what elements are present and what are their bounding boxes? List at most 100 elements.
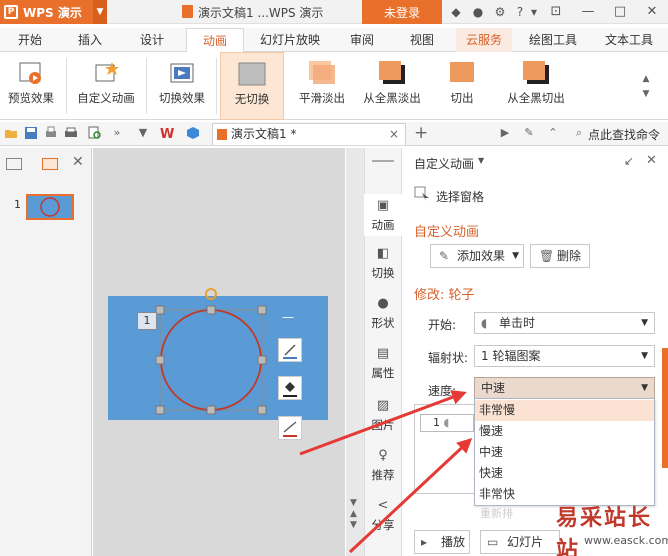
transition-smooth-fade-button[interactable]: 平滑淡出 — [292, 52, 352, 120]
collapse-float-toolbar-icon[interactable]: — — [282, 311, 296, 323]
selection-pane-icon — [414, 186, 430, 202]
transition-cut-from-black-button[interactable]: 从全黑切出 — [498, 52, 574, 120]
print-icon[interactable] — [64, 126, 78, 140]
tab-text-tools[interactable]: 文本工具 — [598, 28, 660, 52]
collapse-ribbon-icon[interactable]: ⌃ — [546, 126, 560, 140]
wps-app-menu-button[interactable]: P WPS 演示 ▼ — [0, 0, 107, 24]
document-tab[interactable]: 演示文稿1 * × — [212, 123, 406, 145]
shape-fill-button[interactable] — [278, 376, 302, 400]
slides-view-icon[interactable] — [42, 158, 58, 170]
watermark-logo: 易采站长站 — [556, 505, 653, 556]
animation-order-badge[interactable]: 1 — [137, 312, 157, 330]
side-tab-animation[interactable]: ▣ 动画 — [364, 194, 402, 236]
open-folder-icon[interactable] — [4, 126, 18, 140]
tab-home[interactable]: 开始 — [6, 28, 54, 52]
speed-option-medium[interactable]: 中速 — [475, 442, 654, 463]
shield-icon[interactable]: ◆ — [448, 4, 464, 20]
side-tab-transition[interactable]: ◧ 切换 — [364, 246, 402, 286]
tab-review[interactable]: 审阅 — [338, 28, 386, 52]
skin-icon[interactable]: ● — [470, 4, 486, 20]
chevron-down-icon: ▼ — [641, 351, 648, 361]
print-preview-icon[interactable] — [44, 126, 58, 140]
preview-effect-button[interactable]: 预览效果 — [2, 52, 60, 120]
screen-record-icon[interactable]: ▶ — [498, 126, 512, 140]
slide-thumbnail[interactable] — [26, 194, 74, 220]
delete-button[interactable]: 🗑 删除 — [530, 244, 590, 268]
side-tab-share[interactable]: < 分享 — [364, 498, 402, 538]
side-tab-shape[interactable]: ● 形状 — [364, 296, 402, 336]
login-button[interactable]: 未登录 — [362, 0, 442, 24]
add-effect-button[interactable]: ✎ 添加效果 ▼ — [430, 244, 524, 268]
slide-thumbnail-circle — [40, 197, 60, 217]
tab-cloud[interactable]: 云服务 — [456, 28, 512, 52]
start-dropdown[interactable]: ◖ 单击时 ▼ — [474, 312, 655, 334]
close-panel-icon[interactable]: ✕ — [72, 154, 84, 170]
tab-design[interactable]: 设计 — [128, 28, 176, 52]
slideshow-button[interactable]: ▭ 幻灯片 — [480, 530, 560, 554]
pane-scrollbar[interactable] — [662, 348, 668, 468]
close-tab-icon[interactable]: × — [389, 124, 399, 145]
chevron-down-icon: ▼ — [512, 251, 519, 261]
mouse-icon: ◖ — [443, 416, 450, 429]
zoom-preview-icon[interactable] — [88, 126, 102, 140]
side-tab-picture[interactable]: ▨ 图片 — [364, 398, 402, 438]
pane-title-dropdown-icon[interactable]: ▼ — [478, 156, 484, 165]
custom-animation-button[interactable]: 自定义动画 — [72, 52, 140, 120]
search-icon[interactable]: ⌕ — [572, 126, 586, 140]
watermark-url: www.easck.com — [584, 534, 668, 547]
scroll-arrows-icon[interactable]: ▼ ▲ ▼ — [350, 498, 357, 531]
restore-layout-icon[interactable]: ⊡ — [540, 0, 572, 24]
wps-w-logo-icon[interactable]: W — [160, 126, 174, 142]
customize-toolbar-icon[interactable]: ▼ — [136, 126, 150, 140]
animation-list-item[interactable]: 1 ◖ — [420, 414, 474, 432]
start-label: 开始: — [428, 318, 457, 332]
outline-view-icon[interactable] — [6, 158, 22, 170]
play-button[interactable]: ▸ 播放 — [414, 530, 470, 554]
new-tab-icon[interactable]: + — [414, 123, 428, 143]
speed-option-very-slow[interactable]: 非常慢 — [475, 400, 654, 421]
tab-drawing-tools[interactable]: 绘图工具 — [522, 28, 584, 52]
save-icon[interactable] — [24, 126, 38, 140]
speed-dropdown[interactable]: 中速 ▼ — [474, 377, 655, 399]
picture-icon: ▨ — [376, 398, 390, 413]
shape-effect-button[interactable] — [278, 416, 302, 440]
speed-option-slow[interactable]: 慢速 — [475, 421, 654, 442]
close-pane-icon[interactable]: ✕ — [646, 153, 657, 168]
transition-effect-button[interactable]: 切换效果 — [152, 52, 212, 120]
tab-slideshow[interactable]: 幻灯片放映 — [252, 28, 328, 52]
side-tab-recommend[interactable]: ♀ 推荐 — [364, 448, 402, 488]
cube-icon[interactable] — [186, 126, 200, 140]
document-icon — [182, 5, 193, 18]
side-tab-properties[interactable]: ▤ 属性 — [364, 346, 402, 386]
canvas-scroll-strip — [346, 148, 364, 556]
ribbon-divider — [216, 58, 217, 114]
minimize-icon[interactable]: — — [572, 0, 604, 24]
document-tab-label: 演示文稿1 * — [231, 127, 297, 141]
spokes-dropdown[interactable]: 1 轮辐图案 ▼ — [474, 345, 655, 367]
speed-option-fast[interactable]: 快速 — [475, 463, 654, 484]
more-commands-icon[interactable]: » — [110, 126, 124, 140]
tools-icon[interactable]: ✎ — [522, 126, 536, 140]
slide-number: 1 — [14, 198, 21, 211]
svg-text:W: W — [160, 127, 174, 140]
shape-outline-button[interactable] — [278, 338, 302, 362]
transition-fade-from-black-button[interactable]: 从全黑淡出 — [358, 52, 426, 120]
tab-view[interactable]: 视图 — [398, 28, 446, 52]
transition-fade-from-black-icon — [378, 60, 406, 86]
selection-pane-link[interactable]: 选择窗格 — [436, 188, 484, 205]
transition-cut-button[interactable]: 切出 — [436, 52, 488, 120]
settings-icon[interactable]: ⚙ — [492, 4, 508, 20]
tab-animation[interactable]: 动画 — [186, 28, 244, 52]
ribbon-tabs: 开始 插入 设计 动画 幻灯片放映 审阅 视图 云服务 绘图工具 文本工具 — [0, 28, 668, 52]
undock-pane-icon[interactable]: ↙ — [624, 154, 634, 168]
grip-icon — [372, 160, 394, 162]
maximize-icon[interactable]: □ — [604, 0, 636, 24]
ribbon-scroll-arrows-icon[interactable]: ▲ ▼ — [640, 72, 652, 102]
tab-insert[interactable]: 插入 — [66, 28, 114, 52]
ribbon-divider — [66, 58, 67, 114]
custom-animation-icon — [92, 60, 120, 86]
transition-side-icon: ◧ — [376, 246, 390, 261]
command-search-input[interactable]: 点此查找命令 — [588, 126, 660, 143]
close-icon[interactable]: ✕ — [636, 0, 668, 24]
transition-none-button[interactable]: 无切换 — [220, 52, 284, 120]
